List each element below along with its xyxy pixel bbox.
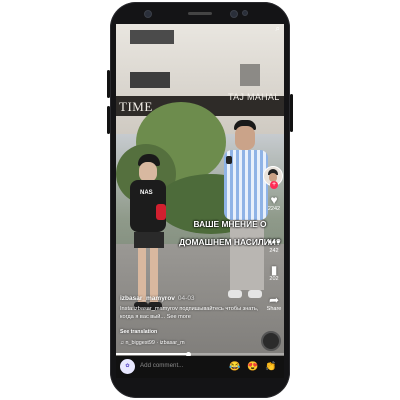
- search-icon[interactable]: ⌕: [276, 24, 280, 34]
- earpiece-speaker: [188, 12, 212, 15]
- volume-button: [107, 70, 110, 98]
- caption-line-1: ВАШЕ МНЕНИЕ О: [193, 219, 267, 229]
- save-action[interactable]: ▮ 202: [264, 264, 284, 283]
- sensor-icon: [242, 10, 248, 16]
- video-progress-bar[interactable]: [116, 351, 284, 357]
- see-translation-link[interactable]: See translation: [120, 329, 260, 335]
- heart-icon[interactable]: ♥: [264, 194, 284, 206]
- volume-button: [107, 106, 110, 134]
- phone-frame: TIME TAJ MAHAL NAS ⌕ ВАШЕ МНЕНИЕ О ДОМАШ…: [107, 2, 293, 398]
- emoji-laugh-icon[interactable]: 😂: [229, 360, 240, 372]
- share-icon[interactable]: ➦: [264, 294, 284, 306]
- comment-bar: ✿ Add comment... 😂 😍 👏: [116, 356, 284, 378]
- emoji-clap-icon[interactable]: 👏: [265, 360, 276, 372]
- like-action[interactable]: ♥ 2242: [264, 194, 284, 213]
- balcony: [130, 72, 170, 88]
- storefront-sign-left: TIME: [119, 99, 153, 114]
- username[interactable]: izbasar_mamyrov: [120, 295, 175, 302]
- my-avatar[interactable]: ✿: [120, 359, 135, 374]
- like-count: 2242: [267, 206, 281, 212]
- follow-plus-icon[interactable]: +: [270, 181, 278, 189]
- post-username-row[interactable]: izbasar_mamyrov 04-03: [120, 295, 260, 302]
- comment-icon[interactable]: •••: [264, 236, 284, 248]
- video-screen[interactable]: TIME TAJ MAHAL NAS ⌕ ВАШЕ МНЕНИЕ О ДОМАШ…: [116, 24, 284, 378]
- power-button: [290, 94, 293, 132]
- front-camera-icon: [144, 10, 152, 18]
- comment-action[interactable]: ••• 242: [264, 236, 284, 255]
- music-disc-icon[interactable]: [261, 331, 281, 351]
- post-date: 04-03: [177, 295, 195, 302]
- music-info[interactable]: ♫ n_biggest99 · izbasar_m: [120, 340, 260, 346]
- post-description[interactable]: Insta:izbasar_mamyrov подпишывайтесь что…: [120, 306, 260, 321]
- sensor-icon: [230, 10, 238, 18]
- save-count: 202: [269, 276, 279, 282]
- share-label: Share: [266, 306, 282, 312]
- comment-count: 242: [269, 248, 279, 254]
- storefront-sign-right: TAJ MAHAL: [228, 92, 280, 102]
- balcony: [130, 30, 174, 44]
- bookmark-icon[interactable]: ▮: [264, 264, 284, 276]
- window: [240, 64, 260, 86]
- share-action[interactable]: ➦ Share: [264, 294, 284, 313]
- emoji-heart-eyes-icon[interactable]: 😍: [247, 360, 258, 372]
- comment-input[interactable]: Add comment...: [140, 362, 183, 369]
- progress-fill: [116, 353, 189, 355]
